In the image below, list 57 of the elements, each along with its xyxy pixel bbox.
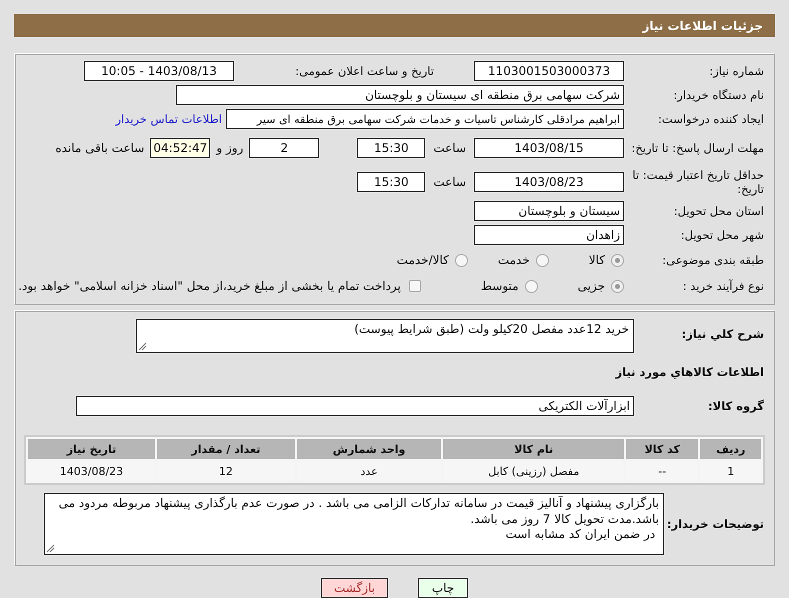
field-label: حداقل تاریخ اعتبار قیمت: تا تاریخ:	[631, 168, 765, 196]
announce-date-field: 1403/08/13 - 10:05	[84, 61, 234, 81]
field-label: نام دستگاه خریدار:	[672, 88, 765, 102]
radio-label: کالا	[588, 253, 605, 267]
days-field: 2	[249, 138, 320, 158]
field-label: ایجاد کننده درخواست:	[657, 112, 765, 126]
radio-button[interactable]	[611, 280, 624, 292]
remaining-label: ساعت باقی مانده	[55, 141, 144, 155]
page-header: جزئیات اطلاعات نیاز	[14, 14, 775, 37]
buyer-notes-field[interactable]: بارگزاری پیشنهاد و آنالیز قیمت در سامانه تدارکات الزامی می باشد . در صورت عدم بارگذاری پیشنهاد مربوطه مردود می باشد.مدت تحویل کالا 7 روز می باشد. در ضمن ایران کد مشابه است	[44, 493, 664, 555]
deadline-date-field: 1403/08/15	[474, 138, 624, 158]
column-header: تعداد / مقدار	[156, 439, 295, 459]
deadline-time-field: 15:30	[357, 138, 426, 158]
time-label: ساعت	[433, 141, 466, 155]
column-header: تاریخ نیاز	[28, 439, 155, 459]
field-label: شرح کلي نياز:	[680, 326, 765, 342]
field-label: توضیحات خریدار:	[666, 516, 765, 532]
buyer-contact-link[interactable]: اطلاعات تماس خریدار	[115, 112, 222, 126]
validity-date-field: 1403/08/23	[474, 172, 624, 192]
radio-button[interactable]	[524, 280, 538, 292]
checkbox[interactable]	[408, 280, 421, 292]
goods-group-field: ابزارآلات الکتریکی	[76, 396, 634, 416]
field-label: استان محل تحویل:	[672, 204, 765, 218]
city-field: زاهدان	[474, 225, 624, 245]
print-button[interactable]: چاپ	[418, 578, 468, 598]
field-label: مهلت ارسال پاسخ: تا تاریخ:	[630, 140, 765, 156]
column-header: واحد شمارش	[296, 439, 442, 459]
radio-button[interactable]	[454, 254, 468, 266]
validity-time-field: 15:30	[357, 172, 426, 192]
back-button[interactable]: بازگشت	[321, 578, 388, 598]
radio-button[interactable]	[611, 254, 624, 266]
field-label: شهر محل تحویل:	[680, 228, 765, 242]
column-header: کد کالا	[626, 439, 698, 459]
radio-button[interactable]	[536, 254, 549, 266]
radio-label: خدمت	[498, 253, 530, 267]
need-number-field: 1103001503000373	[474, 61, 624, 81]
province-field: سیستان و بلوچستان	[474, 201, 624, 221]
field-label: تاریخ و ساعت اعلان عمومی:	[294, 64, 435, 78]
remaining-time-field: 04:52:47	[150, 138, 210, 158]
resize-grip-icon[interactable]	[46, 544, 55, 553]
buyer-org-field: شرکت سهامی برق منطقه ای سیستان و بلوچستان	[176, 85, 624, 105]
field-label: شماره نیاز:	[708, 64, 765, 78]
column-header: ردیف	[700, 439, 761, 459]
requester-field: ابراهیم مرادقلی کارشناس تاسیات و خدمات شرکت سهامی برق منطقه ای سیر	[226, 109, 624, 129]
section-title: اطلاعات کالاهاي مورد نياز	[614, 364, 765, 380]
description-field[interactable]: خرید 12عدد مفصل 20کیلو ولت (طبق شرایط پیوست)	[136, 319, 634, 353]
field-label: نوع فرآیند خرید :	[682, 278, 765, 294]
radio-label: کالا/خدمت	[396, 253, 449, 267]
time-label: ساعت	[433, 175, 466, 189]
days-label: روز و	[216, 141, 244, 155]
radio-label: متوسط	[480, 279, 519, 293]
field-label: گروه کالا:	[707, 398, 765, 414]
checkbox-label: پرداخت تمام یا بخشی از مبلغ خرید،از محل "اسناد خزانه اسلامی" خواهد بود.	[18, 279, 401, 293]
resize-grip-icon[interactable]	[138, 342, 147, 351]
field-label: طبقه بندی موضوعی:	[661, 252, 765, 268]
radio-label: جزیی	[578, 279, 605, 293]
column-header: نام کالا	[443, 439, 624, 459]
